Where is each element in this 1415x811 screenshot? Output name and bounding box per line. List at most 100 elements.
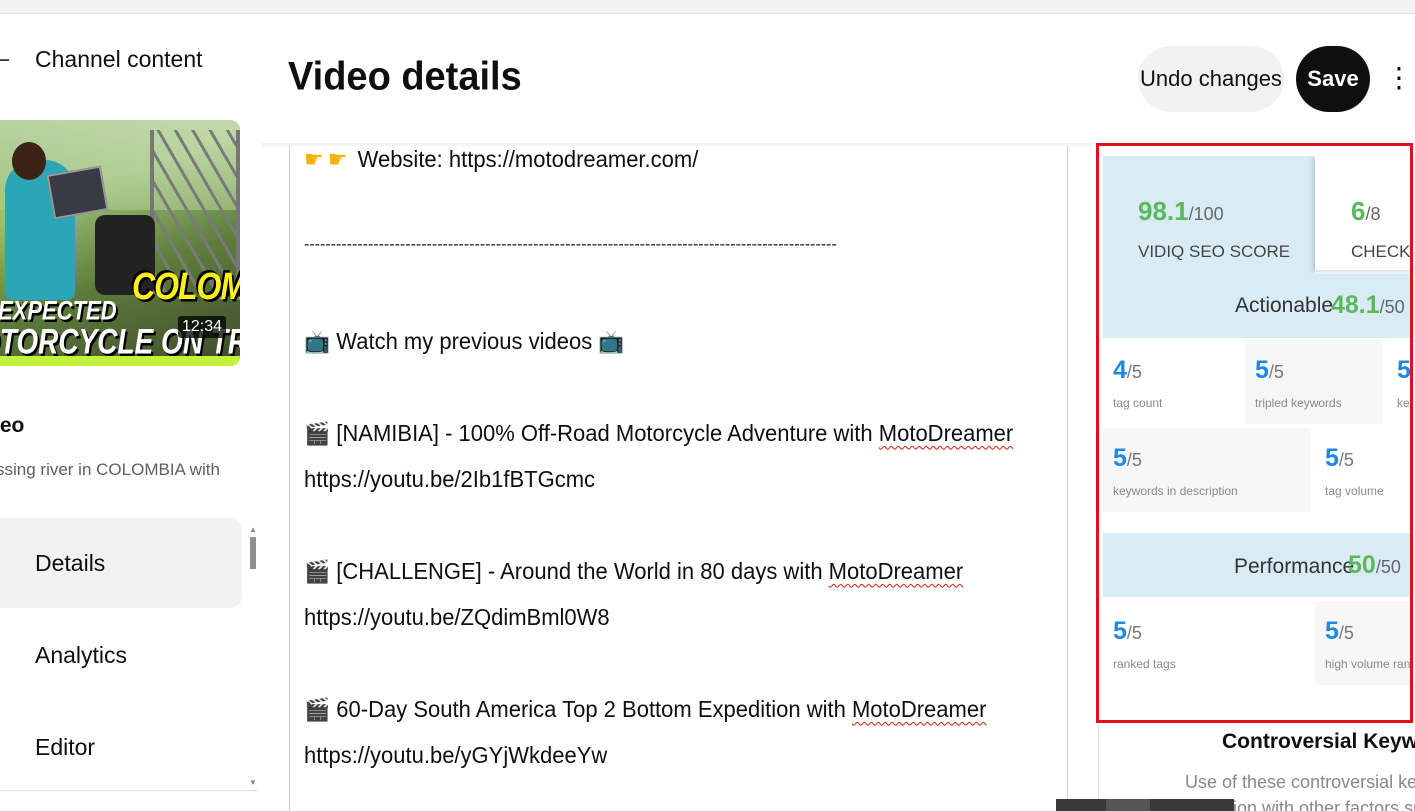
vidiq-seo-panel: 98.1/100 VIDIQ SEO SCORE 6/8 CHECKLI Act… [1096,143,1413,723]
tv-icon: 📺 [304,329,331,355]
controversial-keywords-title: Controversial Keywords [1222,730,1415,753]
metric-value: 5/ [1397,356,1413,385]
metric-number: 5 [1113,444,1127,472]
scrollbar-thumb[interactable] [250,537,256,569]
save-button[interactable]: Save [1296,46,1370,112]
vidiq-seo-score-card[interactable]: 98.1/100 VIDIQ SEO SCORE [1103,156,1315,274]
video-link-url: https://youtu.be/ZQdimBml0W8 [304,604,610,631]
top-edge-bar [0,0,1415,14]
page-title: Video details [288,54,522,100]
metric-number: 5 [1113,617,1127,645]
metric-number: 5 [1255,356,1269,384]
metric-label: keywords in description [1113,484,1238,498]
description-textarea[interactable]: ☛ ☛ Website: https://motodreamer.com/ ---… [289,146,1068,811]
video-title-prefix: [CHALLENGE] - Around the World in 80 day… [336,558,829,585]
website-text: Website: https://motodreamer.com/ [357,146,699,173]
performance-title: Performance [1234,555,1355,578]
metric-number: 5 [1397,356,1411,384]
tv-icon: 📺 [598,329,625,355]
metric-value: 5/5 [1325,617,1354,646]
channel-content-link[interactable]: Channel content [35,46,203,73]
checklist-score-card[interactable]: 6/8 CHECKLI [1315,156,1411,270]
metric-max: /5 [1268,362,1284,382]
metric-label: tag volume [1325,484,1384,498]
metric-tag-count: 4/5 tag count [1103,340,1241,424]
metric-keywords-in-description: 5/5 keywords in description [1103,428,1311,512]
metric-ranked-tags: 5/5 ranked tags [1103,601,1311,685]
actionable-section-header: Actionable 48.1/50 [1103,274,1410,338]
performance-section-header: Performance 50/50 [1103,533,1410,597]
sidebar-item-editor[interactable]: Editor [0,702,242,792]
back-arrow-icon[interactable]: ← [0,48,10,73]
controversial-keywords-text-cont: ion with other factors such a [1233,798,1415,811]
video-label: leo [0,414,25,437]
metric-label: high volume ranked [1325,657,1411,671]
misspelled-word: MotoDreamer [828,558,964,585]
sidebar-item-analytics[interactable]: Analytics [0,610,242,700]
more-options-icon[interactable]: ⋮ [1385,56,1413,100]
performance-score-number: 50 [1348,551,1376,579]
seo-score-number: 98.1 [1138,196,1189,226]
website-line: ☛ ☛ Website: https://motodreamer.com/ [304,146,698,173]
metric-max: /5 [1126,362,1142,382]
metric-label: ranked tags [1113,657,1176,671]
metric-max: /5 [1126,623,1142,643]
previous-videos-heading: 📺 Watch my previous videos 📺 [304,328,625,355]
scroll-up-icon[interactable]: ▲ [249,525,257,534]
metric-max: / [1411,362,1413,382]
checklist-number: 6 [1351,196,1366,226]
seo-score-max: /100 [1188,204,1224,224]
metric-value: 4/5 [1113,356,1142,385]
seo-score-label: VIDIQ SEO SCORE [1138,242,1291,261]
thumbnail-head [12,142,46,180]
analytics-icon [0,644,2,666]
clapperboard-icon: 🎬 [304,697,331,723]
description-divider: ----------------------------------------… [304,236,837,254]
controversial-keywords-text: Use of these controversial keywords [1185,772,1415,792]
metric-label: key [1397,396,1410,410]
details-icon [0,552,2,574]
sidebar-item-details[interactable]: Details [0,518,242,608]
sidebar-item-label: Details [35,549,106,576]
clapperboard-icon: 🎬 [304,421,331,447]
scroll-down-icon[interactable]: ▼ [249,778,257,787]
metric-label: tag count [1113,396,1163,410]
undo-changes-button[interactable]: Undo changes [1138,46,1284,112]
video-link-title: 🎬 [NAMIBIA] - 100% Off-Road Motorcycle A… [304,420,1013,447]
metric-number: 5 [1325,444,1339,472]
checklist-max: /8 [1365,204,1381,224]
performance-score: 50/50 [1348,551,1401,580]
sidebar-item-label: Analytics [35,641,128,668]
actionable-title: Actionable [1235,294,1334,317]
divider [0,790,258,791]
clapperboard-icon: 🎬 [304,559,331,585]
video-link-title: 🎬 [CHALLENGE] - Around the World in 80 d… [304,558,963,585]
video-title-prefix: [NAMIBIA] - 100% Off-Road Motorcycle Adv… [336,420,879,447]
misspelled-word: MotoDreamer [878,420,1014,447]
video-title-prefix: 60-Day South America Top 2 Bottom Expedi… [336,696,852,723]
thumbnail-text-country: COLOMBIA [132,264,240,308]
sidebar-item-label: Editor [35,733,96,760]
metric-tripled-keywords: 5/5 tripled keywords [1245,340,1383,424]
metric-number: 5 [1325,617,1339,645]
metric-high-volume-ranked: 5/5 high volume ranked [1315,601,1411,685]
video-duration-badge: 12:34 [177,316,226,338]
video-title-truncated: ssing river in COLOMBIA with B... [0,460,221,479]
thumbnail-stripe [0,356,240,366]
metric-max: /5 [1338,623,1354,643]
performance-score-max: /50 [1375,557,1401,577]
thumbnail-box [46,165,109,220]
video-link-url: https://youtu.be/yGYjWkdeeYw [304,742,608,769]
sidebar-scrollbar[interactable]: ▲ ▼ [248,525,258,787]
checklist-label: CHECKLI [1351,242,1411,261]
previous-videos-text: Watch my previous videos [336,328,593,355]
metric-max: /5 [1126,450,1142,470]
bottom-toast-bar [1056,799,1234,811]
editor-icon [0,736,2,758]
video-link-url: https://youtu.be/2Ib1fBTGcmc [304,466,596,493]
metric-label: tripled keywords [1255,396,1342,410]
video-thumbnail[interactable]: COLOMBIA EXPECTED OTORCYCLE ON TRAIN CAR… [0,120,240,366]
metric-value: 5/5 [1113,617,1142,646]
pointing-hand-icon: ☛ [327,147,348,174]
checklist-score-value: 6/8 [1351,196,1380,227]
